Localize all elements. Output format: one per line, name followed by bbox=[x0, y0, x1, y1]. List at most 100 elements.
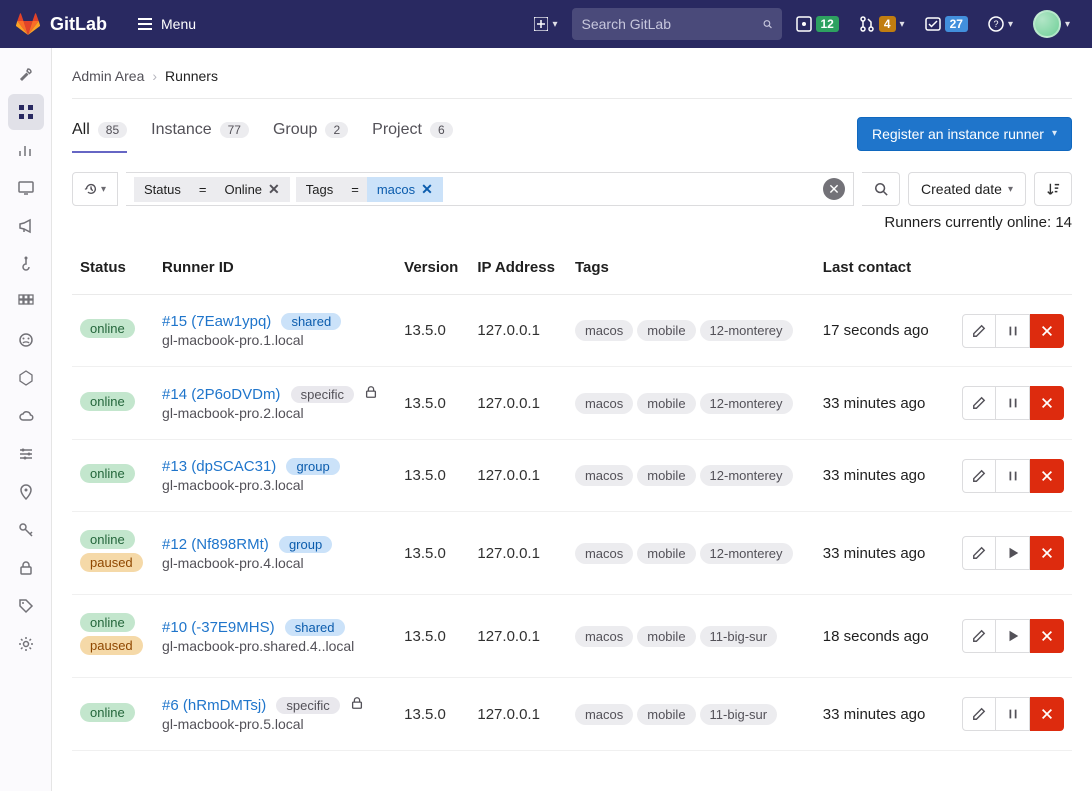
sidebar-item-kubernetes[interactable] bbox=[8, 360, 44, 396]
pause-runner-button[interactable] bbox=[996, 314, 1030, 348]
sidebar-item-ci[interactable] bbox=[8, 436, 44, 472]
gear-icon bbox=[18, 636, 34, 652]
remove-tags-filter-icon[interactable]: ✕ bbox=[421, 182, 433, 196]
runner-tag: mobile bbox=[637, 393, 695, 414]
runner-tag: macos bbox=[575, 543, 633, 564]
help-button[interactable]: ? ▾ bbox=[982, 12, 1019, 36]
issues-counter[interactable]: 12 bbox=[790, 12, 845, 36]
todos-counter[interactable]: 27 bbox=[919, 12, 974, 36]
sort-dropdown[interactable]: Created date ▾ bbox=[908, 172, 1026, 206]
tab-project[interactable]: Project6 bbox=[372, 113, 452, 153]
runner-ip: 127.0.0.1 bbox=[469, 440, 567, 512]
runner-tag: macos bbox=[575, 320, 633, 341]
runner-host: gl-macbook-pro.1.local bbox=[162, 332, 388, 348]
clear-filters-button[interactable]: ✕ bbox=[823, 178, 845, 200]
user-menu[interactable]: ▾ bbox=[1027, 6, 1076, 42]
merge-requests-counter[interactable]: 4 ▾ bbox=[853, 12, 911, 36]
pause-runner-button[interactable] bbox=[996, 697, 1030, 731]
chevron-down-icon: ▾ bbox=[1052, 128, 1057, 139]
runner-id-link[interactable]: #6 (hRmDMTsj) bbox=[162, 697, 266, 714]
sidebar-item-wrench[interactable] bbox=[8, 56, 44, 92]
runner-tag: macos bbox=[575, 626, 633, 647]
edit-runner-button[interactable] bbox=[962, 314, 996, 348]
play-icon bbox=[1006, 629, 1020, 643]
menu-button[interactable]: Menu bbox=[127, 10, 206, 38]
resume-runner-button[interactable] bbox=[996, 619, 1030, 653]
divider bbox=[72, 98, 1072, 99]
close-icon bbox=[1040, 629, 1054, 643]
bullhorn-icon bbox=[18, 218, 34, 234]
breadcrumb-current: Runners bbox=[165, 68, 218, 84]
gitlab-logo[interactable]: GitLab bbox=[16, 13, 107, 35]
sort-direction-button[interactable] bbox=[1034, 172, 1072, 206]
runner-id-link[interactable]: #12 (Nf898RMt) bbox=[162, 536, 269, 553]
sidebar-item-analytics[interactable] bbox=[8, 132, 44, 168]
delete-runner-button[interactable] bbox=[1030, 536, 1064, 570]
filter-token-tags[interactable]: Tags = macos✕ bbox=[296, 177, 443, 202]
register-instance-runner-button[interactable]: Register an instance runner ▾ bbox=[857, 117, 1072, 151]
runner-tag: mobile bbox=[637, 543, 695, 564]
runner-tag: 11-big-sur bbox=[700, 626, 778, 647]
hamburger-icon bbox=[137, 16, 153, 32]
lock-icon bbox=[350, 696, 364, 710]
create-new-button[interactable]: ▾ bbox=[528, 13, 563, 35]
sidebar-item-monitoring[interactable] bbox=[8, 170, 44, 206]
sidebar-item-spam[interactable] bbox=[8, 398, 44, 434]
edit-runner-button[interactable] bbox=[962, 697, 996, 731]
runner-id-link[interactable]: #10 (-37E9MHS) bbox=[162, 619, 275, 636]
filter-bar[interactable]: Status = Online✕ Tags = macos✕ ✕ bbox=[126, 172, 854, 206]
runner-host: gl-macbook-pro.5.local bbox=[162, 716, 388, 732]
sidebar-item-geo[interactable] bbox=[8, 474, 44, 510]
runner-id-link[interactable]: #15 (7Eaw1ypq) bbox=[162, 313, 271, 330]
settings-sliders-icon bbox=[18, 446, 34, 462]
runner-tag: mobile bbox=[637, 626, 695, 647]
runner-id-link[interactable]: #14 (2P6oDVDm) bbox=[162, 386, 280, 403]
runner-tag: mobile bbox=[637, 704, 695, 725]
delete-runner-button[interactable] bbox=[1030, 697, 1064, 731]
tanuki-icon bbox=[16, 13, 40, 35]
runner-type-badge: group bbox=[279, 536, 332, 553]
pause-runner-button[interactable] bbox=[996, 459, 1030, 493]
edit-runner-button[interactable] bbox=[962, 536, 996, 570]
apps-icon bbox=[18, 294, 34, 310]
delete-runner-button[interactable] bbox=[1030, 314, 1064, 348]
pause-runner-button[interactable] bbox=[996, 386, 1030, 420]
delete-runner-button[interactable] bbox=[1030, 619, 1064, 653]
sidebar-item-labels[interactable] bbox=[8, 588, 44, 624]
filter-token-status[interactable]: Status = Online✕ bbox=[134, 177, 290, 202]
runner-tag: 11-big-sur bbox=[700, 704, 778, 725]
tab-group[interactable]: Group2 bbox=[273, 113, 348, 153]
col-ip: IP Address bbox=[469, 249, 567, 295]
delete-runner-button[interactable] bbox=[1030, 459, 1064, 493]
merge-request-icon bbox=[859, 16, 875, 32]
breadcrumb-admin-area[interactable]: Admin Area bbox=[72, 68, 144, 84]
search-icon bbox=[874, 182, 888, 196]
sidebar-item-messages[interactable] bbox=[8, 208, 44, 244]
runner-version: 13.5.0 bbox=[396, 512, 469, 595]
issue-icon bbox=[796, 16, 812, 32]
global-search[interactable] bbox=[572, 8, 782, 40]
filter-search-button[interactable] bbox=[862, 172, 900, 206]
edit-runner-button[interactable] bbox=[962, 619, 996, 653]
pause-icon bbox=[1006, 707, 1020, 721]
sidebar-item-hooks[interactable] bbox=[8, 246, 44, 282]
delete-runner-button[interactable] bbox=[1030, 386, 1064, 420]
sidebar-item-deploy-keys[interactable] bbox=[8, 512, 44, 548]
sidebar-item-overview[interactable] bbox=[8, 94, 44, 130]
edit-runner-button[interactable] bbox=[962, 386, 996, 420]
col-tags: Tags bbox=[567, 249, 815, 295]
sidebar-item-credentials[interactable] bbox=[8, 550, 44, 586]
sidebar-item-abuse[interactable] bbox=[8, 322, 44, 358]
resume-runner-button[interactable] bbox=[996, 536, 1030, 570]
runner-id-link[interactable]: #13 (dpSCAC31) bbox=[162, 458, 276, 475]
location-icon bbox=[18, 484, 34, 500]
status-badge: online bbox=[80, 319, 135, 338]
sidebar-item-applications[interactable] bbox=[8, 284, 44, 320]
tab-all[interactable]: All85 bbox=[72, 113, 127, 153]
tab-instance[interactable]: Instance77 bbox=[151, 113, 249, 153]
search-input[interactable] bbox=[582, 16, 763, 32]
edit-runner-button[interactable] bbox=[962, 459, 996, 493]
remove-status-filter-icon[interactable]: ✕ bbox=[268, 182, 280, 196]
recent-searches-button[interactable]: ▾ bbox=[72, 172, 118, 206]
sidebar-item-settings[interactable] bbox=[8, 626, 44, 662]
